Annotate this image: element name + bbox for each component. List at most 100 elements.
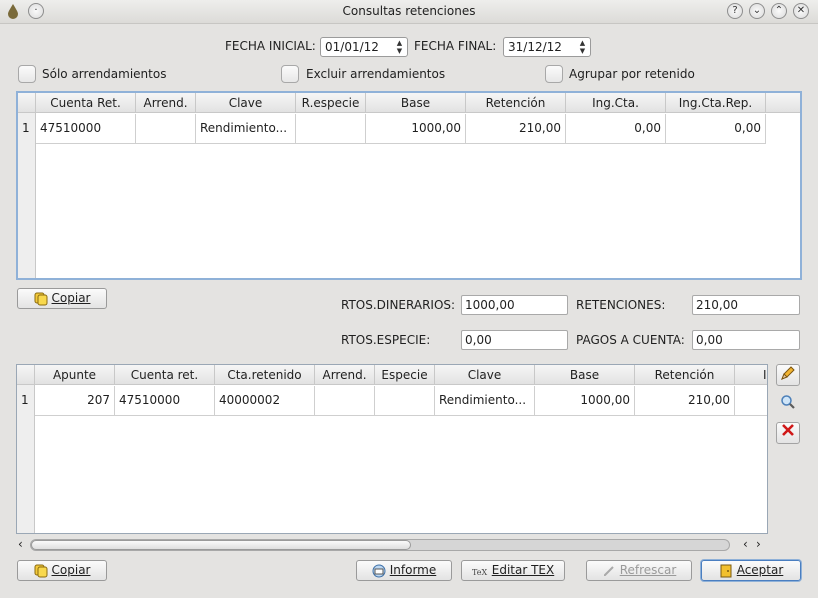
table-cell[interactable]: 207 [35,386,115,416]
aceptar-button[interactable]: Aceptar [701,560,801,581]
scroll-left-icon-2[interactable]: ‹ [743,537,748,551]
column-header-filler [766,93,800,113]
table-cell[interactable] [136,114,196,144]
edit-button[interactable] [776,364,800,386]
copy-icon [34,564,48,577]
copy-icon [34,292,48,305]
column-header[interactable]: Cuenta ret. [115,365,215,385]
table-cell[interactable] [375,386,435,416]
informe-button[interactable]: Informe [356,560,452,581]
excluir-arrendamientos-checkbox[interactable] [281,65,299,83]
column-header[interactable]: Ing.Cta.Rep. [666,93,766,113]
table-cell[interactable] [296,114,366,144]
table-cell[interactable]: 210,00 [635,386,735,416]
fecha-inicial-input[interactable]: 01/01/12 ▲ ▼ [320,37,408,57]
refrescar-button[interactable]: Refrescar [586,560,692,581]
column-header[interactable]: Arrend. [315,365,375,385]
delete-button[interactable] [776,422,800,444]
column-header[interactable]: I [735,365,767,385]
pencil-icon [781,366,795,380]
table-cell[interactable]: Rendimiento... [196,114,296,144]
corner-header [18,93,36,113]
refrescar-label: Refrescar [619,563,677,577]
magnifier-icon [781,395,795,409]
table-cell[interactable]: 40000002 [215,386,315,416]
svg-text:TeX: TeX [472,568,487,577]
table-cell[interactable]: Rendimiento... [435,386,535,416]
rtos-dinerarios-label: RTOS.DINERARIOS: [341,298,456,312]
column-header[interactable]: Base [535,365,635,385]
column-header[interactable]: Cta.retenido [215,365,315,385]
editar-tex-button[interactable]: TeX Editar TEX [461,560,565,581]
solo-arrendamientos-label: Sólo arrendamientos [42,67,167,81]
rtos-especie-label: RTOS.ESPECIE: [341,333,431,347]
minimize-icon[interactable]: ⌄ [749,3,765,19]
column-header[interactable]: Ing.Cta. [566,93,666,113]
door-icon [720,564,732,577]
spin-arrows-icon[interactable]: ▲ ▼ [578,39,587,55]
column-header[interactable]: Clave [435,365,535,385]
column-header[interactable]: R.especie [296,93,366,113]
table-cell[interactable]: 210,00 [466,114,566,144]
table-cell[interactable]: 0,00 [666,114,766,144]
solo-arrendamientos-checkbox[interactable] [18,65,36,83]
column-header[interactable]: Arrend. [136,93,196,113]
scroll-left-icon[interactable]: ‹ [18,537,23,551]
row-header-column [17,365,35,533]
window-title: Consultas retenciones [342,4,476,18]
fecha-final-label: FECHA FINAL: [414,39,497,53]
apuntes-table[interactable]: Apunte Cuenta ret. Cta.retenido Arrend. … [16,364,768,534]
table-cell[interactable]: 47510000 [36,114,136,144]
agrupar-por-retenido-checkbox[interactable] [545,65,563,83]
column-header[interactable]: Especie [375,365,435,385]
column-header[interactable]: Clave [196,93,296,113]
editar-tex-label: Editar TEX [491,563,555,577]
horizontal-scrollbar[interactable]: ‹ ‹ › [16,537,768,553]
retenciones-table[interactable]: Cuenta Ret. Arrend. Clave R.especie Base… [16,91,802,280]
tex-icon: TeX [472,568,487,577]
column-header[interactable]: Cuenta Ret. [36,93,136,113]
retenciones-label: RETENCIONES: [576,298,666,312]
delete-x-icon [782,424,794,436]
fecha-final-value: 31/12/12 [508,40,562,54]
pagos-a-cuenta-label: PAGOS A CUENTA: [576,333,685,347]
fecha-final-input[interactable]: 31/12/12 ▲ ▼ [503,37,591,57]
informe-label: Informe [389,563,437,577]
table-cell[interactable] [735,386,767,416]
rtos-dinerarios-field[interactable]: 1000,00 [461,295,568,315]
copiar-button-bottom[interactable]: Copiar [17,560,107,581]
table-cell[interactable]: 1000,00 [366,114,466,144]
agrupar-por-retenido-label: Agrupar por retenido [569,67,695,81]
spin-arrows-icon[interactable]: ▲ ▼ [395,39,404,55]
fecha-inicial-label: FECHA INICIAL: [225,39,316,53]
fecha-inicial-value: 01/01/12 [325,40,379,54]
row-number: 1 [21,393,29,407]
copiar-label: Copiar [51,291,91,305]
maximize-icon[interactable]: ⌃ [771,3,787,19]
table-cell[interactable] [315,386,375,416]
copiar-label: Copiar [51,563,91,577]
retenciones-field[interactable]: 210,00 [692,295,800,315]
table-cell[interactable]: 1000,00 [535,386,635,416]
column-header[interactable]: Base [366,93,466,113]
report-icon [372,564,386,577]
search-button[interactable] [776,393,800,415]
column-header[interactable]: Retención [635,365,735,385]
refresh-icon [603,565,614,576]
scroll-right-icon[interactable]: › [756,537,761,551]
row-number: 1 [22,121,30,135]
pagos-a-cuenta-field[interactable]: 0,00 [692,330,800,350]
scroll-thumb[interactable] [31,540,411,550]
corner-header [17,365,35,385]
table-cell[interactable]: 0,00 [566,114,666,144]
aceptar-label: Aceptar [736,563,784,577]
close-icon[interactable]: ✕ [793,3,809,19]
excluir-arrendamientos-label: Excluir arrendamientos [306,67,446,81]
column-header[interactable]: Retención [466,93,566,113]
copiar-button-top[interactable]: Copiar [17,288,107,309]
help-icon[interactable]: ? [727,3,743,19]
title-bar: · Consultas retenciones ? ⌄ ⌃ ✕ [0,0,818,24]
table-cell[interactable]: 47510000 [115,386,215,416]
column-header[interactable]: Apunte [35,365,115,385]
rtos-especie-field[interactable]: 0,00 [461,330,568,350]
